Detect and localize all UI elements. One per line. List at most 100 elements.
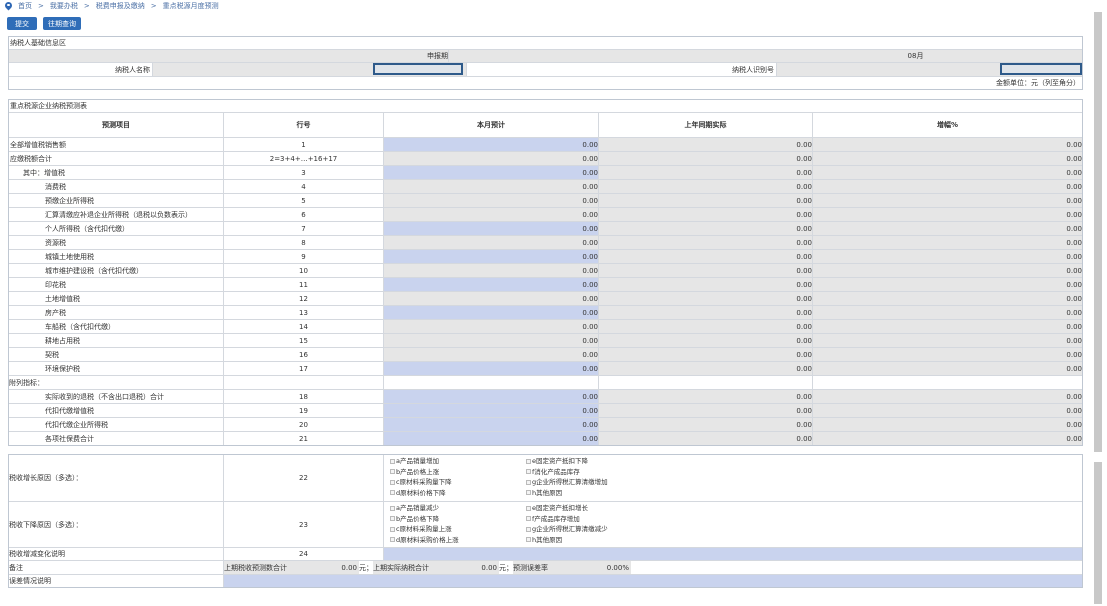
- taxpayer-name-input[interactable]: [373, 63, 463, 75]
- reason-option-label: c原材料采购量上涨: [396, 525, 452, 533]
- row-line-number: 15: [224, 334, 384, 347]
- row-month-forecast[interactable]: 0.00: [384, 418, 599, 431]
- checkbox-icon[interactable]: [390, 537, 395, 542]
- row-month-forecast[interactable]: 0.00: [384, 250, 599, 263]
- row-item-name: 城市维护建设税（含代扣代缴）: [9, 264, 224, 277]
- row-growth: 0.00: [813, 152, 1082, 165]
- reason-checkbox-option[interactable]: f消化产成品库存: [526, 468, 580, 477]
- prev-forecast-value: 0.00: [289, 561, 359, 574]
- table-row: 实际收到的退税（不含出口退税）合计 18 0.00 0.00 0.00: [9, 389, 1082, 403]
- row-line-number: 7: [224, 222, 384, 235]
- row-month-forecast[interactable]: 0.00: [384, 278, 599, 291]
- row-last-year: 0.00: [599, 250, 813, 263]
- row-line-number: 6: [224, 208, 384, 221]
- checkbox-icon[interactable]: [526, 490, 531, 495]
- row-month-forecast[interactable]: 0.00: [384, 166, 599, 179]
- row-line-number: 18: [224, 390, 384, 403]
- checkbox-icon[interactable]: [526, 516, 531, 521]
- table-row: 契税 16 0.00 0.00 0.00: [9, 347, 1082, 361]
- checkbox-icon[interactable]: [526, 526, 531, 532]
- row-month-forecast[interactable]: 0.00: [384, 222, 599, 235]
- reason-checkbox-option[interactable]: g企业所得税汇算清缴增加: [526, 478, 608, 487]
- scrollbar-bottom[interactable]: [1094, 462, 1102, 604]
- row-last-year: 0.00: [599, 152, 813, 165]
- reason-checkbox-option[interactable]: c原材料采购量下降: [390, 478, 452, 487]
- checkbox-icon[interactable]: [390, 469, 395, 474]
- breadcrumb-level1[interactable]: 我要办税: [50, 1, 78, 11]
- table-row: 预缴企业所得税 5 0.00 0.00 0.00: [9, 193, 1082, 207]
- row-last-year: 0.00: [599, 404, 813, 417]
- row-item-name: 应缴税额合计: [9, 152, 224, 165]
- header-line: 行号: [224, 113, 384, 137]
- scrollbar-top[interactable]: [1094, 12, 1102, 452]
- reason-checkbox-option[interactable]: e固定资产抵扣增长: [526, 504, 588, 513]
- table-row: 房产税 13 0.00 0.00 0.00: [9, 305, 1082, 319]
- row-growth: 0.00: [813, 362, 1082, 375]
- row-month-forecast[interactable]: 0.00: [384, 432, 599, 445]
- row-last-year: 0.00: [599, 432, 813, 445]
- checkbox-icon[interactable]: [526, 469, 531, 474]
- breadcrumb-home[interactable]: 首页: [18, 1, 32, 11]
- reason-option-label: h其他原因: [532, 535, 563, 544]
- checkbox-icon[interactable]: [526, 505, 531, 511]
- row-item-name: 车船税（含代扣代缴）: [9, 320, 224, 333]
- row-month-forecast[interactable]: 0.00: [384, 404, 599, 417]
- reason-checkbox-option[interactable]: f产成品库存增加: [526, 515, 580, 524]
- reason-checkbox-option[interactable]: h其他原因: [526, 536, 562, 545]
- breadcrumb: 首页 > 我要办税 > 税费申报及缴纳 > 重点税源月度预测: [0, 0, 1107, 12]
- checkbox-icon[interactable]: [526, 479, 531, 485]
- row-last-year: 0.00: [599, 418, 813, 431]
- row-growth: 0.00: [813, 222, 1082, 235]
- reason-checkbox-option[interactable]: d原材料采购价格上涨: [390, 536, 459, 545]
- history-query-button[interactable]: 往期查询: [43, 17, 81, 30]
- row-last-year: 0.00: [599, 180, 813, 193]
- checkbox-icon[interactable]: [390, 479, 395, 485]
- table-row: 各项社保费合计 21 0.00 0.00 0.00: [9, 431, 1082, 445]
- checkbox-icon[interactable]: [526, 458, 531, 464]
- submit-button[interactable]: 提交: [7, 17, 37, 30]
- row-last-year: 0.00: [599, 208, 813, 221]
- error-rate-label: 预测误差率: [513, 561, 557, 574]
- row-item-name: 耕地占用税: [9, 334, 224, 347]
- reason-checkbox-option[interactable]: c原材料采购量上涨: [390, 525, 452, 534]
- reason-checkbox-option[interactable]: d原材料价格下降: [390, 489, 446, 498]
- reason-checkbox-option[interactable]: g企业所得税汇算清缴减少: [526, 525, 608, 534]
- row-growth: 0.00: [813, 194, 1082, 207]
- table-row: 城镇土地使用税 9 0.00 0.00 0.00: [9, 249, 1082, 263]
- checkbox-icon[interactable]: [390, 505, 395, 511]
- checkbox-icon[interactable]: [390, 490, 395, 495]
- row-month-forecast: 0.00: [384, 152, 599, 165]
- row-month-forecast[interactable]: 0.00: [384, 138, 599, 151]
- breadcrumb-level2[interactable]: 税费申报及缴纳: [96, 1, 145, 11]
- row-line-number: 8: [224, 236, 384, 249]
- reason-checkbox-option[interactable]: b产品价格上涨: [390, 468, 439, 477]
- period-value: 08月: [907, 52, 924, 60]
- reason-checkbox-option[interactable]: a产品销量减少: [390, 504, 439, 513]
- taxpayer-id-input[interactable]: [1000, 63, 1082, 75]
- reason-checkbox-option[interactable]: h其他原因: [526, 489, 562, 498]
- change-note-input[interactable]: [384, 548, 1082, 560]
- checkbox-icon[interactable]: [390, 516, 395, 521]
- row-last-year: 0.00: [599, 348, 813, 361]
- reason-checkbox-option[interactable]: e固定资产抵扣下降: [526, 457, 588, 466]
- row-item-name: 实际收到的退税（不含出口退税）合计: [9, 390, 224, 403]
- row-month-forecast[interactable]: 0.00: [384, 390, 599, 403]
- row-item-name: 预缴企业所得税: [9, 194, 224, 207]
- checkbox-icon[interactable]: [390, 458, 395, 464]
- row-line-number: 20: [224, 418, 384, 431]
- checkbox-icon[interactable]: [390, 526, 395, 532]
- row-last-year: 0.00: [599, 390, 813, 403]
- row-month-forecast[interactable]: 0.00: [384, 362, 599, 375]
- reason-checkbox-option[interactable]: a产品销量增加: [390, 457, 439, 466]
- taxpayer-name-cell: [153, 63, 467, 76]
- row-growth: 0.00: [813, 348, 1082, 361]
- row-item-name: 房产税: [9, 306, 224, 319]
- row-item-name: 代扣代缴增值税: [9, 404, 224, 417]
- checkbox-icon[interactable]: [526, 537, 531, 542]
- row-month-forecast[interactable]: 0.00: [384, 306, 599, 319]
- error-note-input[interactable]: [224, 575, 1082, 587]
- header-growth: 增幅%: [936, 121, 958, 129]
- reason-checkbox-option[interactable]: b产品价格下降: [390, 515, 439, 524]
- row-line-number: 5: [224, 194, 384, 207]
- row-last-year: 0.00: [599, 194, 813, 207]
